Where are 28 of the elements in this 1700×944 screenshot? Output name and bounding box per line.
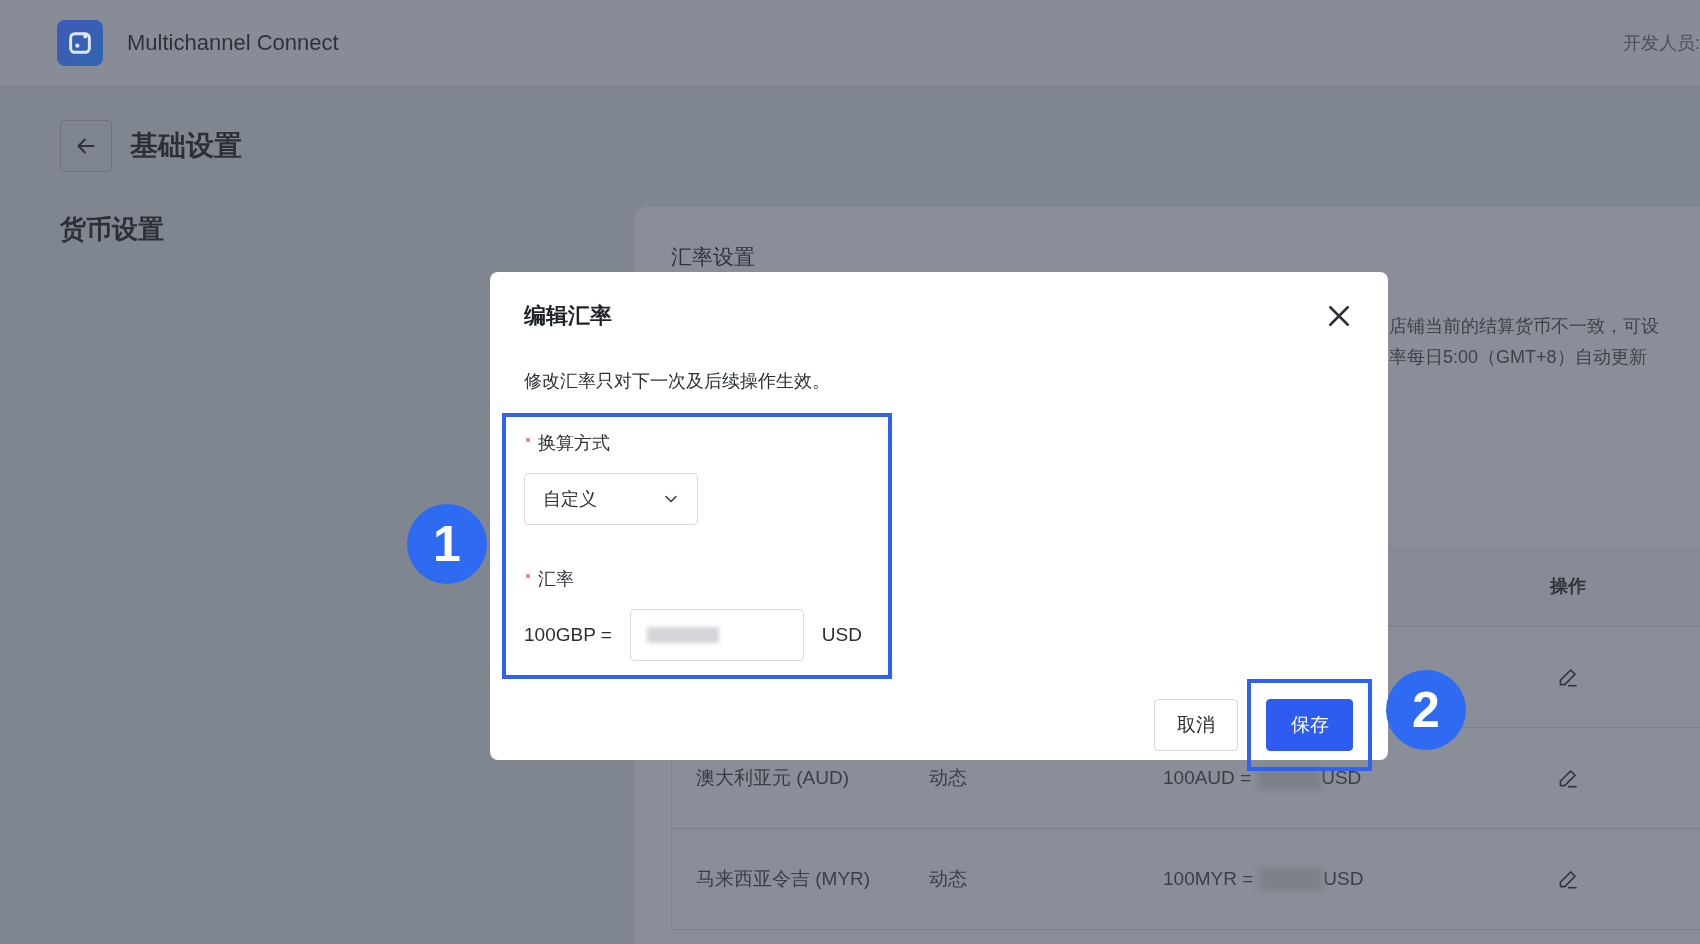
rate-currency: USD [1323,868,1364,890]
app-name: Multichannel Connect [127,29,339,56]
conversion-select[interactable]: 自定义 [524,473,698,525]
rate-prefix: 100GBP = [524,624,612,646]
column-header: 操作 [1550,575,1586,598]
dialog-title: 编辑汇率 [524,302,612,330]
back-button[interactable] [60,120,112,172]
currency-cell: 马来西亚令吉 (MYR) [696,868,871,889]
currency-cell: 澳大利亚元 (AUD) [696,767,850,788]
section-title: 货币设置 [60,213,165,246]
developer-label: 开发人员: [1623,31,1700,55]
field-label: 换算方式 [538,432,610,455]
mode-cell: 动态 [929,868,967,889]
mode-cell: 动态 [929,767,967,788]
dialog-note: 修改汇率只对下一次及后续操作生效。 [524,370,831,393]
description-text: 店铺当前的结算货币不一致，可设 [1389,315,1660,338]
rate-input[interactable] [629,609,804,661]
description-text: 率每日5:00（GMT+8）自动更新 [1389,346,1648,369]
page-title: 基础设置 [130,129,242,163]
rate-currency: USD [821,624,862,646]
cancel-button[interactable]: 取消 [1154,699,1238,751]
rate-currency: USD [1321,767,1362,789]
save-button[interactable]: 保存 [1266,699,1353,751]
card-title: 汇率设置 [671,244,756,270]
rate-prefix: 100AUD = [1163,767,1252,789]
field-label: 汇率 [538,568,574,591]
rate-prefix: 100MYR = [1163,868,1254,890]
step-badge: 1 [407,504,487,584]
